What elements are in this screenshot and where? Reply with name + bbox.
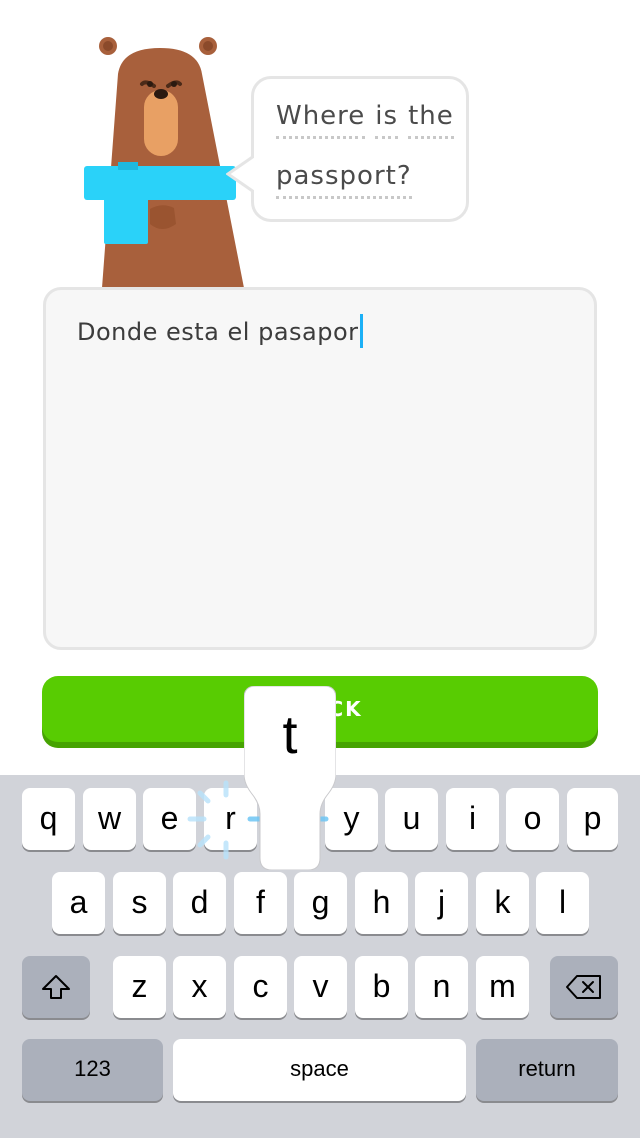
text-caret	[359, 314, 363, 348]
key-n[interactable]: n	[415, 956, 468, 1018]
delete-key[interactable]	[550, 956, 618, 1018]
key-v[interactable]: v	[294, 956, 347, 1018]
key-preview-letter: t	[282, 705, 298, 765]
prompt-word[interactable]: the	[408, 101, 454, 139]
numbers-key[interactable]: 123	[22, 1039, 163, 1101]
key-m[interactable]: m	[476, 956, 529, 1018]
key-h[interactable]: h	[355, 872, 408, 934]
key-u[interactable]: u	[385, 788, 438, 850]
return-key[interactable]: return	[476, 1039, 618, 1101]
shift-icon	[42, 974, 70, 999]
speech-bubble-tail	[226, 154, 258, 194]
key-f[interactable]: f	[234, 872, 287, 934]
key-w[interactable]: w	[83, 788, 136, 850]
key-o[interactable]: o	[506, 788, 559, 850]
speech-bubble: Where is the passport?	[251, 76, 469, 222]
key-j[interactable]: j	[415, 872, 468, 934]
key-s[interactable]: s	[113, 872, 166, 934]
prompt-word[interactable]: Where	[276, 101, 366, 139]
key-q[interactable]: q	[22, 788, 75, 850]
key-l[interactable]: l	[536, 872, 589, 934]
backspace-icon	[566, 974, 601, 999]
key-a[interactable]: a	[52, 872, 105, 934]
answer-text: Donde esta el pasapor	[77, 318, 359, 346]
prompt-line-2: passport?	[276, 161, 422, 199]
prompt-line-1: Where is the	[276, 101, 464, 139]
space-key[interactable]: space	[173, 1039, 466, 1101]
key-k[interactable]: k	[476, 872, 529, 934]
key-p[interactable]: p	[567, 788, 618, 850]
key-g[interactable]: g	[294, 872, 347, 934]
prompt-word[interactable]: is	[375, 101, 399, 139]
key-z[interactable]: z	[113, 956, 166, 1018]
key-c[interactable]: c	[234, 956, 287, 1018]
shift-key[interactable]	[22, 956, 90, 1018]
key-e[interactable]: e	[143, 788, 196, 850]
answer-textarea[interactable]: Donde esta el pasapor	[43, 287, 597, 650]
key-i[interactable]: i	[446, 788, 499, 850]
prompt-word[interactable]: passport?	[276, 161, 412, 199]
bear-character-illustration	[84, 37, 244, 288]
key-x[interactable]: x	[173, 956, 226, 1018]
key-b[interactable]: b	[355, 956, 408, 1018]
key-d[interactable]: d	[173, 872, 226, 934]
